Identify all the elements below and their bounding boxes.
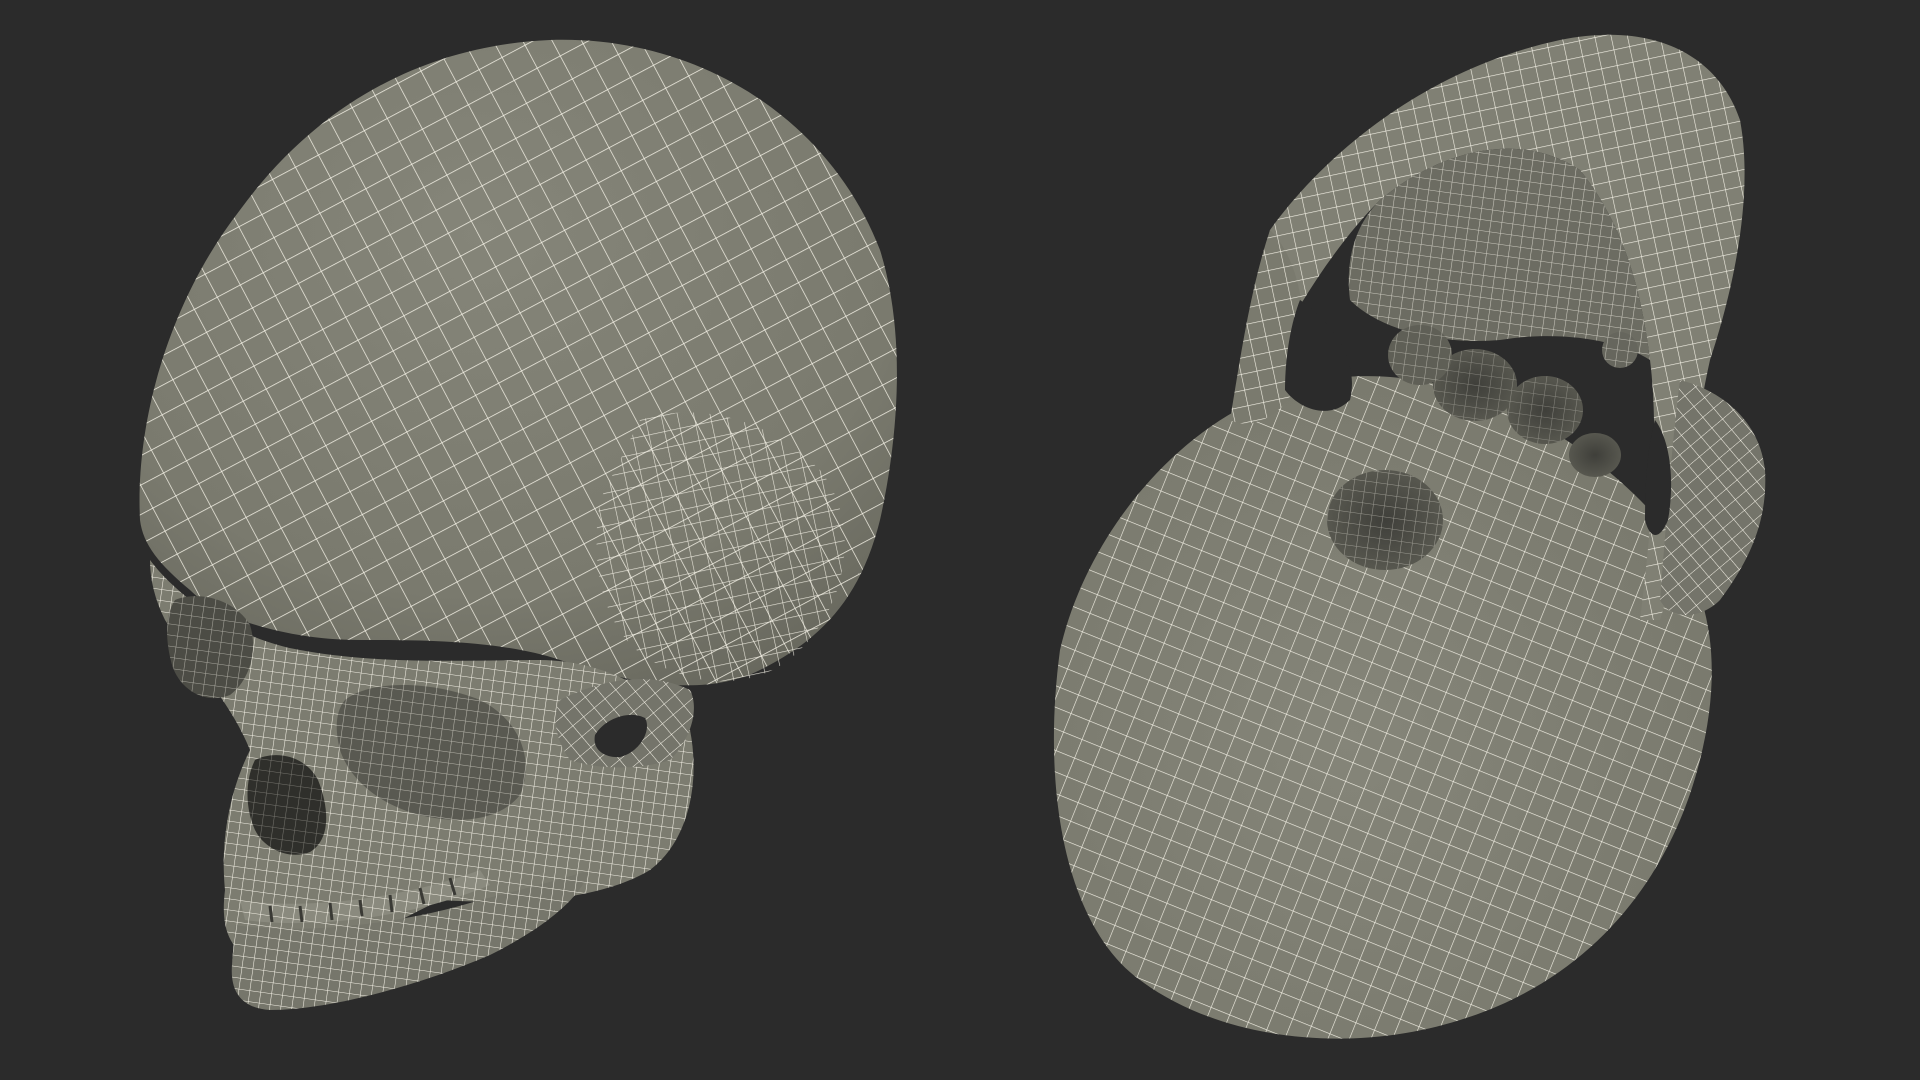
carotid-opening (1569, 433, 1621, 477)
wireframe-skull-render (139, 34, 1766, 1039)
render-viewport (0, 0, 1920, 1080)
infratemporal-gap-left (1285, 300, 1352, 411)
skull-front-three-quarter-view (139, 39, 897, 1010)
skull-cranial-base-view (1053, 34, 1766, 1039)
